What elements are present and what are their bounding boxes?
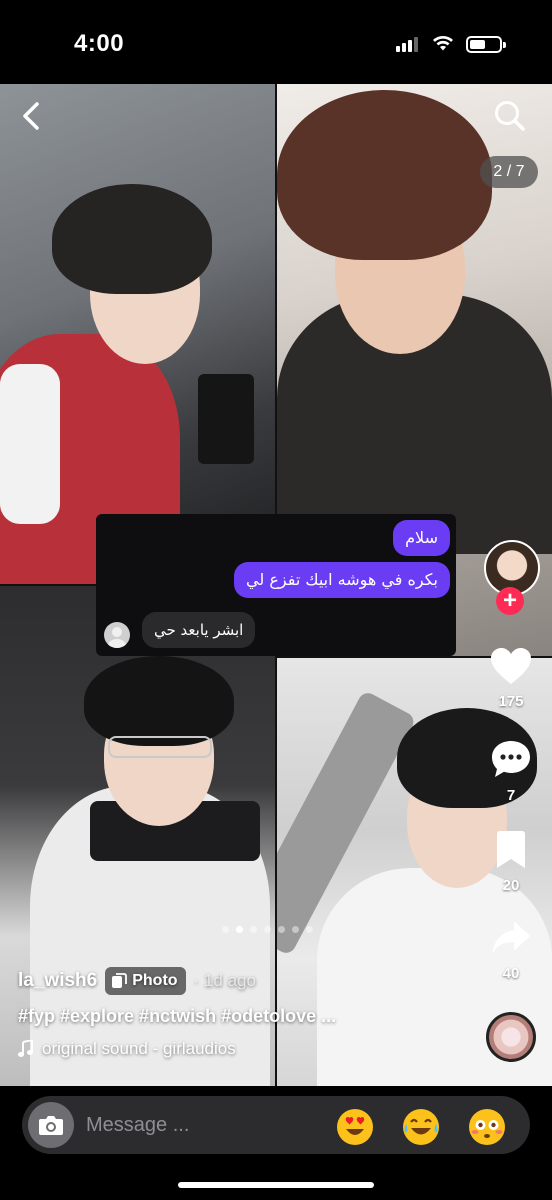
message-input[interactable] bbox=[86, 1110, 316, 1140]
carousel-dot bbox=[250, 926, 257, 933]
photo-page-counter: 2 / 7 bbox=[480, 156, 538, 188]
share-count: 40 bbox=[502, 965, 520, 982]
photo-top-left bbox=[0, 84, 275, 584]
follow-button[interactable]: + bbox=[496, 587, 524, 615]
comment-button[interactable]: 7 bbox=[486, 738, 536, 804]
chat-avatar bbox=[104, 622, 130, 648]
bottom-bar bbox=[0, 1086, 552, 1200]
carousel-dot bbox=[306, 926, 313, 933]
carousel-dot bbox=[222, 926, 229, 933]
hashtags[interactable]: #fyp #explore #nctwish #odetolove ... bbox=[18, 1006, 478, 1027]
chat-bubble-outgoing: بكره في هوشه ابيك تفزع لي bbox=[234, 562, 450, 598]
chat-screenshot: سلام بكره في هوشه ابيك تفزع لي ابشر يابع… bbox=[96, 514, 456, 656]
save-button[interactable]: 20 bbox=[486, 830, 536, 894]
cellular-signal-icon bbox=[396, 36, 420, 52]
username[interactable]: la_wish6 bbox=[18, 970, 97, 992]
bookmark-icon bbox=[497, 831, 525, 868]
heart-icon bbox=[491, 648, 531, 684]
search-icon bbox=[495, 101, 525, 131]
camera-button[interactable] bbox=[28, 1102, 74, 1148]
chat-bubble-incoming: ابشر يابعد حي bbox=[142, 612, 256, 648]
comment-icon bbox=[492, 741, 530, 777]
battery-level bbox=[470, 40, 485, 49]
tears-of-joy-emoji-icon[interactable] bbox=[402, 1108, 440, 1146]
photo-stack-icon bbox=[112, 973, 128, 988]
message-bar bbox=[22, 1096, 530, 1154]
camera-icon bbox=[39, 1116, 63, 1135]
sound-link[interactable]: original sound - girlaudios bbox=[18, 1039, 478, 1059]
wifi-icon bbox=[433, 36, 453, 51]
photo-badge: Photo bbox=[105, 967, 186, 995]
like-button[interactable]: 175 bbox=[486, 646, 536, 710]
chat-bubble-outgoing: سلام bbox=[393, 520, 450, 556]
status-time: 4:00 bbox=[74, 30, 125, 57]
search-button[interactable] bbox=[490, 96, 530, 136]
home-indicator[interactable] bbox=[178, 1182, 374, 1188]
heart-eyes-emoji-icon[interactable] bbox=[336, 1108, 374, 1146]
comment-count: 7 bbox=[506, 787, 516, 804]
post-caption: la_wish6 Photo · 1d ago #fyp #explore #n… bbox=[18, 966, 478, 1059]
save-count: 20 bbox=[502, 877, 520, 894]
sound-name: original sound - girlaudios bbox=[42, 1039, 236, 1058]
carousel-dot bbox=[278, 926, 285, 933]
chevron-left-icon bbox=[23, 102, 39, 130]
back-button[interactable] bbox=[14, 96, 50, 136]
carousel-dots bbox=[222, 926, 313, 934]
status-bar: 4:00 bbox=[0, 0, 552, 84]
share-button[interactable]: 40 bbox=[486, 918, 536, 982]
carousel-dot bbox=[236, 926, 243, 933]
share-arrow-icon bbox=[492, 921, 530, 954]
sound-disc[interactable] bbox=[486, 1012, 536, 1062]
photo-badge-label: Photo bbox=[132, 972, 178, 989]
flushed-emoji-icon[interactable] bbox=[468, 1108, 506, 1146]
carousel-dot bbox=[292, 926, 299, 933]
battery-icon bbox=[466, 36, 506, 53]
like-count: 175 bbox=[498, 693, 524, 710]
carousel-dot bbox=[264, 926, 271, 933]
post-date: · 1d ago bbox=[193, 971, 256, 990]
music-note-icon bbox=[18, 1040, 33, 1057]
